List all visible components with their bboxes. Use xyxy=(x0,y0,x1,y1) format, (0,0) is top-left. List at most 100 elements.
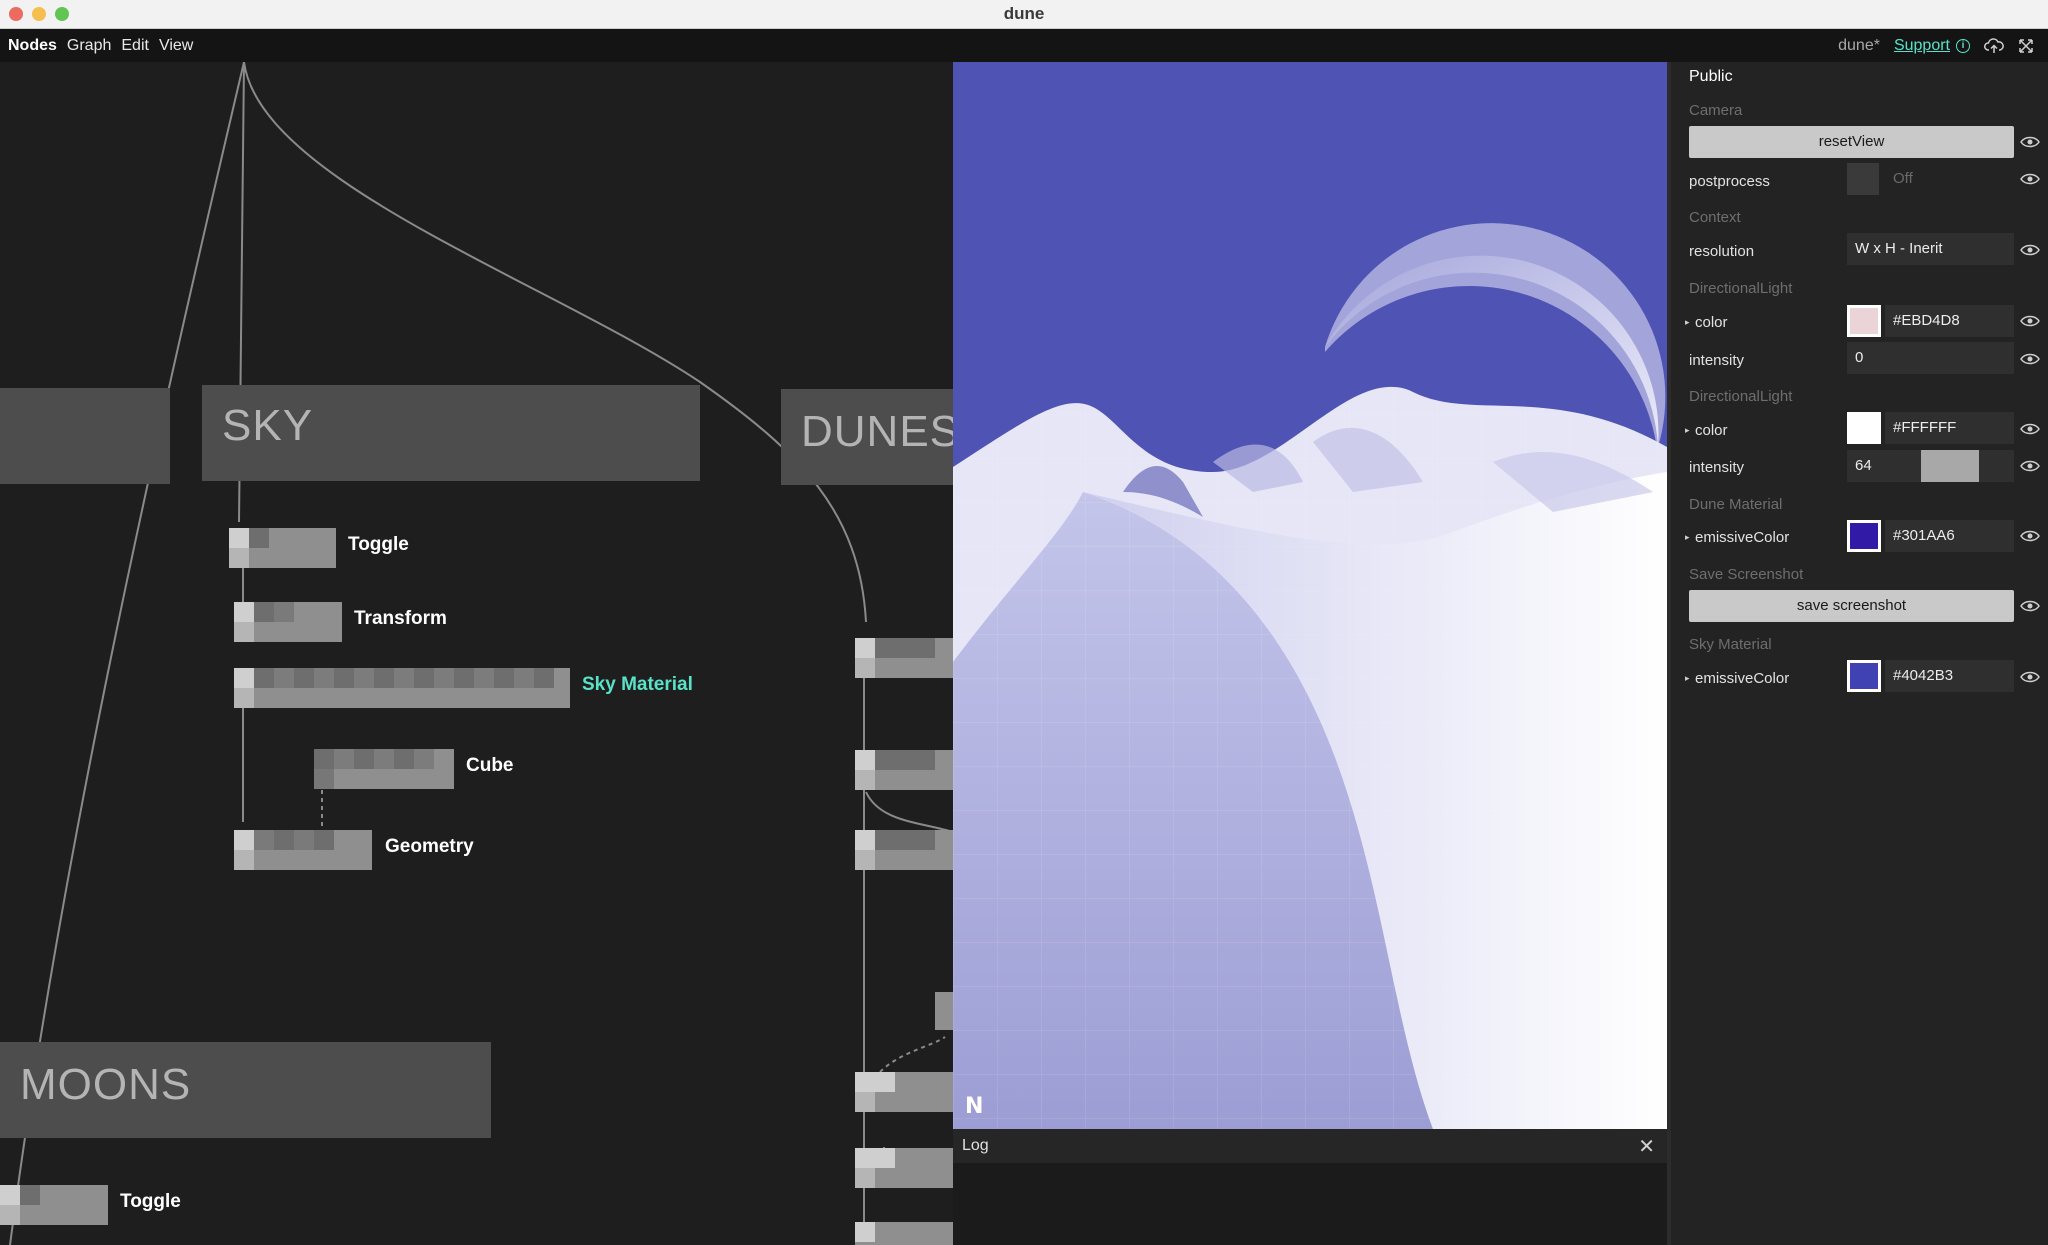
node-dunes-7[interactable] xyxy=(855,1222,953,1245)
node-input-port[interactable] xyxy=(855,1072,875,1092)
node-input-ports[interactable] xyxy=(875,830,935,850)
light2-intensity-label: intensity xyxy=(1689,459,1745,476)
menu-view[interactable]: View xyxy=(159,37,193,55)
eye-icon[interactable] xyxy=(2020,599,2040,613)
group-dunes[interactable]: DUNES xyxy=(781,389,953,485)
info-icon[interactable]: i xyxy=(1956,38,1970,53)
node-input-ports[interactable] xyxy=(314,749,434,769)
menu-graph[interactable]: Graph xyxy=(67,37,111,55)
node-dunes-1[interactable] xyxy=(855,638,953,678)
node-output-port[interactable] xyxy=(855,770,875,790)
node-input-port[interactable] xyxy=(875,1072,895,1092)
node-input-port[interactable] xyxy=(855,1222,875,1242)
node-label: Toggle xyxy=(120,1191,181,1212)
reset-view-button[interactable]: resetView xyxy=(1689,126,2014,158)
eye-icon[interactable] xyxy=(2020,352,2040,366)
log-title: Log xyxy=(962,1137,989,1154)
panel-title: Public xyxy=(1689,68,1733,85)
light1-color-swatch[interactable] xyxy=(1847,305,1881,337)
node-input-ports[interactable] xyxy=(875,750,935,770)
eye-icon[interactable] xyxy=(2020,459,2040,473)
node-input-port[interactable] xyxy=(875,1148,895,1168)
support-link[interactable]: Support xyxy=(1894,37,1950,55)
node-sky-material[interactable] xyxy=(234,668,570,708)
node-dunes-4[interactable] xyxy=(935,992,953,1030)
menu-bar: Nodes Graph Edit View dune* Support i xyxy=(0,29,2048,62)
node-graph[interactable]: SKY DUNES MOONS Toggle Transform Sky Mat… xyxy=(0,62,953,1245)
node-output-port[interactable] xyxy=(855,1092,875,1112)
node-output-port[interactable] xyxy=(855,850,875,870)
node-input-port[interactable] xyxy=(0,1185,20,1205)
eye-icon[interactable] xyxy=(2020,172,2040,186)
postprocess-toggle[interactable] xyxy=(1847,163,1879,195)
node-input-ports[interactable] xyxy=(254,668,554,688)
node-transform[interactable] xyxy=(234,602,342,642)
node-dunes-5[interactable] xyxy=(855,1072,953,1112)
node-output-port[interactable] xyxy=(234,850,254,870)
postprocess-value: Off xyxy=(1893,170,1913,187)
fullscreen-icon[interactable] xyxy=(2018,38,2034,54)
section-sky-material: Sky Material xyxy=(1689,636,1772,653)
group-moons[interactable]: MOONS xyxy=(0,1042,491,1138)
light2-color-label[interactable]: color xyxy=(1685,422,1727,439)
node-input-port[interactable] xyxy=(234,602,254,622)
node-input-ports[interactable] xyxy=(875,638,935,658)
node-input-port[interactable] xyxy=(234,830,254,850)
eye-icon[interactable] xyxy=(2020,529,2040,543)
light2-color-swatch[interactable] xyxy=(1847,412,1881,444)
section-save-screenshot: Save Screenshot xyxy=(1689,566,1804,583)
node-moons-toggle[interactable] xyxy=(0,1185,108,1225)
node-input-port[interactable] xyxy=(274,602,294,622)
node-output-port[interactable] xyxy=(855,658,875,678)
node-input-port[interactable] xyxy=(855,830,875,850)
sky-emissive-label[interactable]: emissiveColor xyxy=(1685,670,1789,687)
save-screenshot-button[interactable]: save screenshot xyxy=(1689,590,2014,622)
node-dunes-2[interactable] xyxy=(855,750,953,790)
node-input-port[interactable] xyxy=(234,668,254,688)
node-output-port[interactable] xyxy=(0,1205,20,1225)
eye-icon[interactable] xyxy=(2020,670,2040,684)
node-cube[interactable] xyxy=(314,749,454,789)
cloud-upload-icon[interactable] xyxy=(1984,37,2004,54)
menu-edit[interactable]: Edit xyxy=(121,37,149,55)
node-dunes-6[interactable] xyxy=(855,1148,953,1188)
section-directional-light: DirectionalLight xyxy=(1689,388,1793,405)
close-icon[interactable]: ✕ xyxy=(1638,1134,1655,1159)
node-input-port[interactable] xyxy=(855,638,875,658)
dune-emissive-hex[interactable]: #301AA6 xyxy=(1885,520,2014,552)
node-input-port[interactable] xyxy=(855,750,875,770)
dune-emissive-swatch[interactable] xyxy=(1847,520,1881,552)
node-output-port[interactable] xyxy=(314,769,334,789)
render-viewport[interactable]: N xyxy=(953,62,1667,1129)
node-dunes-3[interactable] xyxy=(855,830,953,870)
eye-icon[interactable] xyxy=(2020,314,2040,328)
resolution-select[interactable]: W x H - Inerit xyxy=(1847,233,2014,265)
node-output-port[interactable] xyxy=(234,688,254,708)
group-unnamed[interactable] xyxy=(0,388,170,484)
eye-icon[interactable] xyxy=(2020,135,2040,149)
node-output-port[interactable] xyxy=(855,1168,875,1188)
menu-nodes[interactable]: Nodes xyxy=(8,37,57,55)
node-input-ports[interactable] xyxy=(254,830,334,850)
light2-color-hex[interactable]: #FFFFFF xyxy=(1885,412,2014,444)
eye-icon[interactable] xyxy=(2020,422,2040,436)
group-sky[interactable]: SKY xyxy=(202,385,700,481)
slider-handle[interactable] xyxy=(1921,450,1979,482)
light1-color-label[interactable]: color xyxy=(1685,314,1727,331)
dune-emissive-label[interactable]: emissiveColor xyxy=(1685,529,1789,546)
node-input-port[interactable] xyxy=(20,1185,40,1205)
node-geometry[interactable] xyxy=(234,830,372,870)
node-output-port[interactable] xyxy=(229,548,249,568)
window-title: dune xyxy=(1003,4,1045,23)
node-output-port[interactable] xyxy=(234,622,254,642)
node-input-port[interactable] xyxy=(254,602,274,622)
node-input-port[interactable] xyxy=(855,1148,875,1168)
eye-icon[interactable] xyxy=(2020,243,2040,257)
node-input-port[interactable] xyxy=(229,528,249,548)
sky-emissive-hex[interactable]: #4042B3 xyxy=(1885,660,2014,692)
light1-color-hex[interactable]: #EBD4D8 xyxy=(1885,305,2014,337)
sky-emissive-swatch[interactable] xyxy=(1847,660,1881,692)
node-toggle[interactable] xyxy=(229,528,336,568)
node-input-port[interactable] xyxy=(249,528,269,548)
light1-intensity-slider[interactable]: 0 xyxy=(1847,342,2014,374)
